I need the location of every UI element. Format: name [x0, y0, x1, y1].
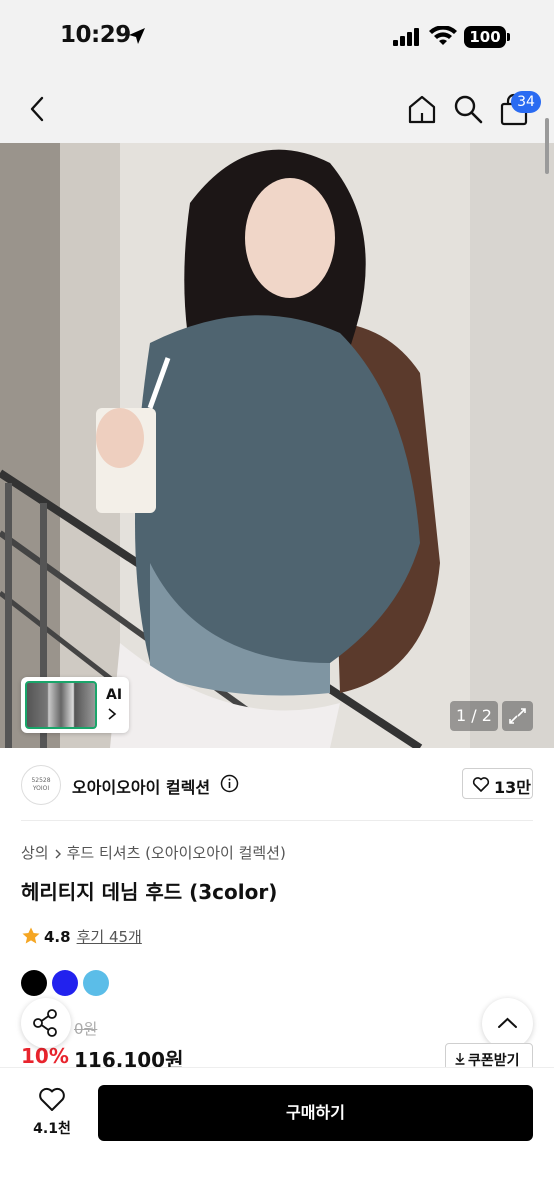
rating-row: 4.8 후기 45개	[21, 926, 142, 947]
ai-thumbnail-image	[25, 681, 97, 729]
expand-icon	[509, 708, 526, 724]
scroll-to-top-button[interactable]	[482, 998, 533, 1049]
signal-icon	[393, 28, 419, 46]
image-page-indicator: 1 / 2	[450, 701, 498, 731]
brand-logo-line2: YOIOI	[32, 785, 50, 792]
divider	[21, 820, 533, 821]
location-arrow-icon	[129, 28, 145, 44]
product-photo[interactable]	[0, 143, 554, 748]
status-time: 10:29	[60, 22, 131, 48]
bottom-action-bar: 4.1천 구매하기	[0, 1067, 554, 1200]
wifi-icon	[429, 26, 457, 45]
battery-indicator: 100	[464, 26, 506, 48]
breadcrumb-subcategory[interactable]: 후드 티셔츠 (오아이오아이 컬렉션)	[67, 844, 286, 862]
battery-cap	[507, 33, 510, 41]
chevron-up-icon	[498, 1017, 517, 1028]
color-swatch-blue[interactable]	[52, 970, 78, 996]
download-icon	[455, 1053, 465, 1065]
share-button[interactable]	[21, 998, 71, 1048]
ai-similar-items-button[interactable]: AI	[21, 677, 129, 733]
breadcrumb-category[interactable]: 상의	[21, 844, 49, 862]
color-swatch-sky[interactable]	[83, 970, 109, 996]
ai-label: AI	[106, 687, 123, 703]
brand-logo-line1: 52528	[31, 777, 51, 785]
brand-name[interactable]: 오아이오아이 컬렉션	[72, 774, 210, 798]
fullscreen-button[interactable]	[502, 701, 533, 731]
share-icon	[33, 1009, 57, 1037]
star-icon	[22, 927, 40, 944]
brand-like-button[interactable]: 13만	[462, 768, 533, 799]
wishlist-count: 4.1천	[33, 1121, 71, 1137]
info-icon[interactable]	[220, 774, 239, 793]
review-count-link[interactable]: 후기 45개	[77, 928, 142, 946]
status-bar: 10:29 100	[0, 0, 554, 76]
chevron-right-icon	[108, 708, 117, 720]
brand-logo[interactable]: 52528 YOIOI	[21, 765, 61, 805]
scrollbar[interactable]	[545, 118, 549, 174]
back-arrow-icon[interactable]	[24, 95, 52, 123]
cart-count-badge: 34	[511, 91, 541, 113]
color-swatch-black[interactable]	[21, 970, 47, 996]
search-icon[interactable]	[452, 93, 484, 125]
home-icon[interactable]	[406, 93, 438, 125]
brand-like-count: 13만	[494, 778, 531, 797]
model-photo-illustration	[0, 143, 554, 748]
brand-row: 52528 YOIOI 오아이오아이 컬렉션 13만	[0, 748, 554, 821]
original-price: 0원	[74, 1020, 98, 1038]
heart-outline-icon	[472, 777, 490, 792]
product-title: 헤리티지 데님 후드 (3color)	[21, 880, 278, 904]
heart-outline-icon[interactable]	[38, 1086, 66, 1112]
category-breadcrumb: 상의 후드 티셔츠 (오아이오아이 컬렉션)	[21, 842, 286, 863]
chevron-right-icon	[55, 849, 61, 858]
top-nav-bar	[0, 76, 554, 143]
buy-button[interactable]: 구매하기	[98, 1085, 533, 1141]
rating-value: 4.8	[44, 928, 71, 946]
